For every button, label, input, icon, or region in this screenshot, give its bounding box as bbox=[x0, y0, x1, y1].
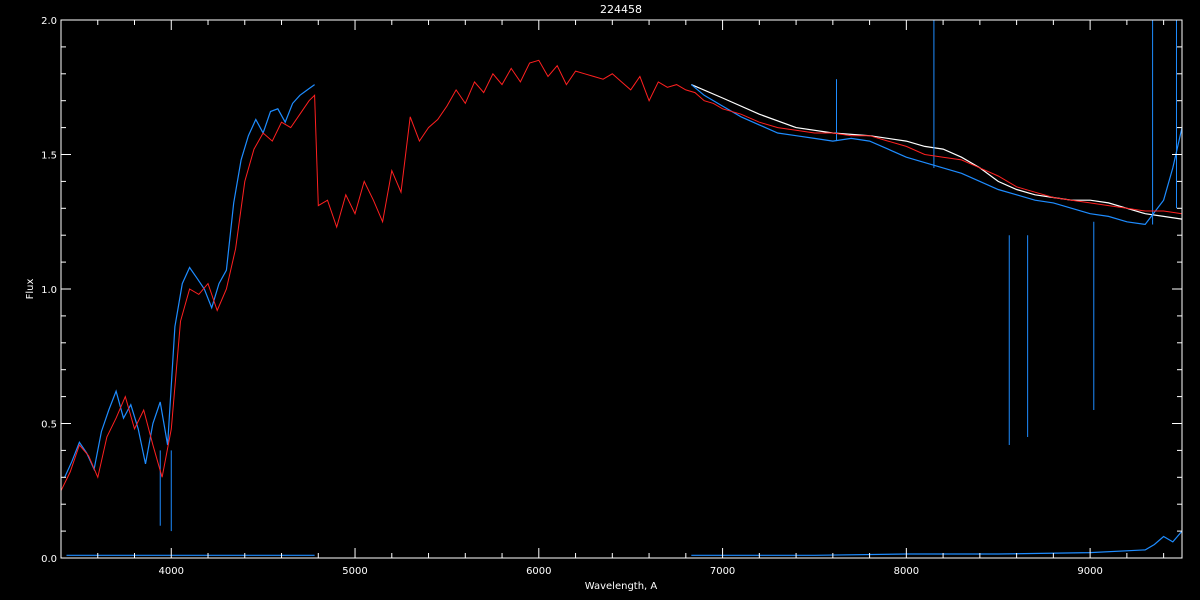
y-tick-label-2: 2.0 bbox=[41, 16, 57, 27]
x-tick-label-9000: 9000 bbox=[1077, 566, 1102, 577]
y-axis-label: Flux bbox=[25, 279, 36, 300]
x-tick-label-5000: 5000 bbox=[342, 566, 367, 577]
y-tick-label-0: 0.0 bbox=[41, 554, 57, 565]
x-tick-label-6000: 6000 bbox=[526, 566, 551, 577]
x-tick-label-4000: 4000 bbox=[159, 566, 184, 577]
x-tick-label-7000: 7000 bbox=[710, 566, 735, 577]
chart-title: 224458 bbox=[600, 3, 642, 16]
y-tick-label-1: 1.0 bbox=[41, 285, 57, 296]
y-tick-label-0.5: 0.5 bbox=[41, 420, 57, 431]
y-tick-label-1.5: 1.5 bbox=[41, 151, 57, 162]
x-axis-label: Wavelength, A bbox=[585, 581, 658, 592]
x-tick-label-8000: 8000 bbox=[894, 566, 919, 577]
spectrum-chart: 224458 Wavelength, A Flux 4000 5000 6000 70… bbox=[0, 0, 1200, 600]
